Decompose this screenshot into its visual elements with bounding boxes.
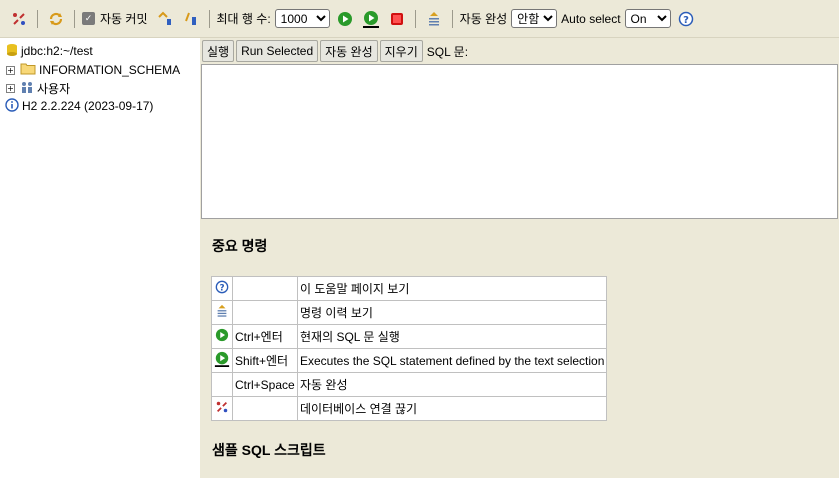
- run-icon: [215, 328, 229, 345]
- help-title: 중요 명령: [212, 238, 268, 254]
- refresh-icon[interactable]: [46, 9, 66, 29]
- run-icon[interactable]: [335, 9, 355, 29]
- help-table: ? 이 도움말 페이지 보기 명령 이력 보기 Ctrl+엔터 현재의 SQL …: [211, 276, 608, 421]
- history-icon-cell: [211, 300, 233, 325]
- users-icon: [20, 80, 34, 97]
- description-cell: 현재의 SQL 문 실행: [296, 324, 608, 349]
- max-rows-select[interactable]: 1000: [274, 9, 330, 28]
- tree-item-database[interactable]: jdbc:h2:~/test: [6, 42, 93, 60]
- autocomplete-button[interactable]: 자동 완성: [320, 40, 378, 62]
- history-icon[interactable]: [424, 9, 444, 29]
- expand-icon[interactable]: +: [6, 83, 15, 93]
- tree-item-label: jdbc:h2:~/test: [21, 44, 93, 58]
- table-row: 명령 이력 보기: [211, 300, 608, 325]
- run-selected-icon-cell: [211, 348, 233, 373]
- empty-icon-cell: [211, 372, 233, 397]
- toolbar-separator: [74, 9, 75, 28]
- shortcut-cell: [232, 276, 298, 301]
- disconnect-icon[interactable]: [9, 9, 29, 29]
- autocommit-checkbox[interactable]: ✓ 자동 커밋: [82, 10, 150, 27]
- sql-statement-label: SQL 문:: [426, 44, 469, 59]
- svg-text:?: ?: [683, 15, 689, 26]
- run-selected-icon[interactable]: [361, 9, 381, 29]
- shortcut-cell: Ctrl+Space: [232, 372, 298, 397]
- stop-icon[interactable]: [387, 9, 407, 29]
- query-button-bar: 실행 Run Selected 자동 완성 지우기 SQL 문:: [200, 38, 468, 64]
- expand-icon[interactable]: +: [6, 65, 15, 75]
- autoselect-select[interactable]: On: [624, 9, 671, 28]
- autocomplete-label: 자동 완성: [459, 12, 508, 26]
- toolbar-separator: [414, 9, 416, 28]
- tree-item-label: 사용자: [37, 81, 71, 96]
- help-icon[interactable]: ?: [676, 9, 696, 29]
- shortcut-cell: [232, 300, 298, 325]
- toolbar-separator: [451, 9, 453, 28]
- rollback-icon[interactable]: [181, 9, 201, 29]
- object-tree: jdbc:h2:~/test + INFORMATION_SCHEMA + 사용…: [0, 38, 200, 478]
- description-cell: Executes the SQL statement defined by th…: [296, 348, 608, 373]
- sample-sql-title: 샘플 SQL 스크립트: [212, 442, 326, 458]
- help-icon-cell: ?: [211, 276, 233, 301]
- table-row: Ctrl+엔터 현재의 SQL 문 실행: [211, 324, 608, 349]
- database-icon: [6, 43, 18, 60]
- run-selected-button[interactable]: Run Selected: [236, 40, 319, 62]
- history-icon: [215, 304, 229, 321]
- sql-input[interactable]: [201, 64, 838, 219]
- clear-button[interactable]: 지우기: [379, 40, 423, 62]
- description-cell: 명령 이력 보기: [296, 300, 608, 325]
- shortcut-cell: [232, 396, 298, 421]
- toolbar-separator: [37, 9, 38, 28]
- disconnect-icon: [215, 401, 229, 417]
- autocomplete-select[interactable]: 안함: [511, 9, 558, 28]
- max-rows-label: 최대 행 수:: [216, 12, 271, 26]
- autoselect-label: Auto select: [561, 11, 621, 26]
- description-cell: 데이터베이스 연결 끊기: [296, 396, 608, 421]
- description-cell: 이 도움말 페이지 보기: [296, 276, 608, 301]
- table-row: Ctrl+Space 자동 완성: [211, 372, 608, 397]
- shortcut-cell: Ctrl+엔터: [232, 324, 298, 349]
- tree-item-label: INFORMATION_SCHEMA: [39, 63, 181, 77]
- tree-item-users[interactable]: + 사용자: [0, 79, 70, 97]
- table-row: ? 이 도움말 페이지 보기: [211, 276, 608, 301]
- tree-item-label: H2 2.2.224 (2023-09-17): [22, 99, 154, 113]
- autocommit-label: 자동 커밋: [100, 12, 148, 26]
- toolbar: ✓ 자동 커밋 최대 행 수: 1000 자동 완성 안함 Auto selec…: [0, 0, 839, 38]
- run-button[interactable]: 실행: [202, 40, 235, 62]
- check-icon[interactable]: ✓: [82, 12, 95, 25]
- table-row: Shift+엔터 Executes the SQL statement defi…: [211, 348, 608, 373]
- help-icon: ?: [215, 280, 229, 297]
- table-row: 데이터베이스 연결 끊기: [211, 396, 608, 421]
- toolbar-separator: [208, 9, 210, 28]
- run-icon-cell: [211, 324, 233, 349]
- description-cell: 자동 완성: [296, 372, 608, 397]
- shortcut-cell: Shift+엔터: [232, 348, 298, 373]
- run-selected-icon: [214, 351, 230, 370]
- tree-item-information-schema[interactable]: + INFORMATION_SCHEMA: [0, 61, 180, 79]
- folder-icon: [20, 62, 36, 78]
- query-panel: 실행 Run Selected 자동 완성 지우기 SQL 문: 중요 명령 ?…: [200, 38, 839, 478]
- svg-text:?: ?: [219, 284, 224, 294]
- disconnect-icon-cell: [211, 396, 233, 421]
- info-icon: [5, 97, 19, 115]
- tree-item-version: H2 2.2.224 (2023-09-17): [5, 97, 153, 115]
- commit-icon[interactable]: [155, 9, 175, 29]
